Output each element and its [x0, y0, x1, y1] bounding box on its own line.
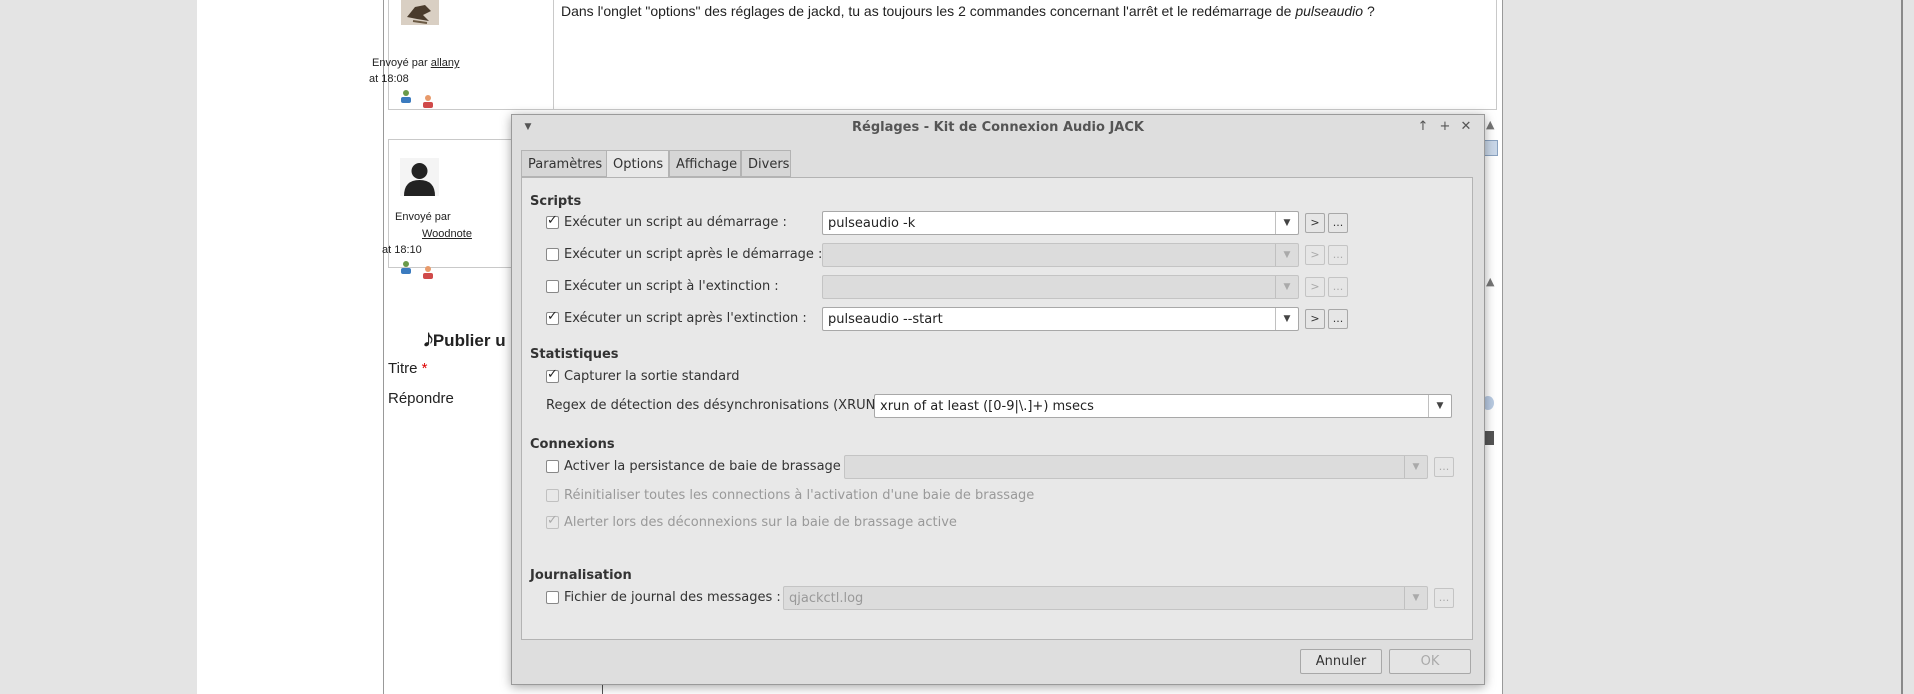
cancel-button[interactable]: Annuler: [1300, 649, 1382, 674]
browse-startup-button[interactable]: ...: [1328, 213, 1348, 233]
post-time: at 18:08: [369, 73, 409, 85]
message-log-checkbox[interactable]: [546, 591, 559, 604]
tab-parametres[interactable]: Paramètres: [521, 150, 607, 177]
run-post-shutdown-button[interactable]: >: [1305, 309, 1325, 329]
disconnection-alert-label: Alerter lors des déconnexions sur la bai…: [564, 515, 957, 530]
author-link[interactable]: Woodnote: [422, 228, 472, 240]
shutdown-script-combo[interactable]: ▼: [822, 275, 1299, 299]
chevron-down-icon[interactable]: ▼: [1275, 212, 1298, 234]
tab-divers[interactable]: Divers: [741, 150, 791, 177]
logging-heading: Journalisation: [530, 568, 632, 583]
capture-stdout-checkbox[interactable]: [546, 367, 559, 383]
post-sender-line: Envoyé par allany: [372, 57, 460, 69]
post-time: at 18:10: [382, 244, 422, 256]
user-profile-icon[interactable]: [399, 259, 413, 274]
maximize-icon[interactable]: +: [1437, 119, 1453, 135]
chevron-down-icon[interactable]: ▼: [1275, 308, 1298, 330]
disconnection-alert-checkbox[interactable]: [546, 513, 559, 529]
page-scrollbar[interactable]: [1901, 0, 1903, 694]
contact-user-icon[interactable]: [421, 93, 435, 108]
options-panel: Scripts Exécuter un script au démarrage …: [521, 177, 1473, 640]
startup-script-checkbox[interactable]: [546, 213, 559, 229]
reset-connections-label: Réinitialiser toutes les connections à l…: [564, 488, 1035, 503]
connections-heading: Connexions: [530, 437, 615, 452]
patchbay-persist-combo[interactable]: ▼: [844, 455, 1428, 479]
note-icon: 𝅘𝅥𝅮: [424, 331, 433, 350]
patchbay-persist-checkbox[interactable]: [546, 460, 559, 473]
post-shutdown-script-combo[interactable]: pulseaudio --start ▼: [822, 307, 1299, 331]
post-startup-script-combo[interactable]: ▼: [822, 243, 1299, 267]
startup-script-label: Exécuter un script au démarrage :: [564, 215, 787, 230]
browse-log-button[interactable]: ...: [1434, 588, 1454, 608]
tab-affichage[interactable]: Affichage: [669, 150, 741, 177]
avatar: [401, 0, 439, 25]
close-icon[interactable]: ✕: [1458, 119, 1474, 135]
keep-above-icon[interactable]: ↑: [1415, 119, 1431, 135]
user-profile-icon[interactable]: [399, 88, 413, 103]
scroll-up-icon[interactable]: ▲: [1486, 118, 1494, 131]
xrun-regex-label: Regex de détection des désynchronisation…: [546, 398, 889, 413]
reset-connections-checkbox[interactable]: [546, 489, 559, 502]
xrun-regex-combo[interactable]: xrun of at least ([0-9|\.]+) msecs ▼: [874, 394, 1452, 418]
post-sender-line: Envoyé par: [395, 211, 451, 223]
post-startup-script-label: Exécuter un script après le démarrage :: [564, 247, 823, 262]
reply-heading: 𝅘𝅥𝅮Publier u: [424, 331, 506, 350]
post-startup-script-checkbox[interactable]: [546, 248, 559, 261]
settings-dialog: ▼ Réglages - Kit de Connexion Audio JACK…: [511, 114, 1485, 685]
capture-stdout-label: Capturer la sortie standard: [564, 369, 740, 384]
dialog-title: Réglages - Kit de Connexion Audio JACK: [852, 120, 1144, 135]
post-shutdown-script-checkbox[interactable]: [546, 309, 559, 325]
run-startup-button[interactable]: >: [1305, 213, 1325, 233]
browse-post-startup-button[interactable]: ...: [1328, 245, 1348, 265]
chevron-down-icon[interactable]: ▼: [1404, 456, 1427, 478]
dialog-titlebar[interactable]: ▼ Réglages - Kit de Connexion Audio JACK…: [512, 115, 1484, 141]
forum-post-1: Dans l'onglet "options" des réglages de …: [388, 0, 1497, 110]
scripts-heading: Scripts: [530, 194, 582, 209]
reply-label: Répondre: [388, 390, 454, 407]
browse-post-shutdown-button[interactable]: ...: [1328, 309, 1348, 329]
shutdown-script-label: Exécuter un script à l'extinction :: [564, 279, 779, 294]
required-mark: *: [421, 360, 428, 377]
run-post-startup-button[interactable]: >: [1305, 245, 1325, 265]
shutdown-script-checkbox[interactable]: [546, 280, 559, 293]
post-shutdown-script-label: Exécuter un script après l'extinction :: [564, 311, 807, 326]
scroll-up-icon[interactable]: ▲: [1486, 275, 1494, 288]
chevron-down-icon[interactable]: ▼: [1275, 244, 1298, 266]
browse-shutdown-button[interactable]: ...: [1328, 277, 1348, 297]
post-text: Dans l'onglet "options" des réglages de …: [561, 3, 1375, 19]
statistics-heading: Statistiques: [530, 347, 619, 362]
title-label: Titre *: [388, 360, 428, 377]
run-shutdown-button[interactable]: >: [1305, 277, 1325, 297]
chevron-down-icon[interactable]: ▼: [1428, 395, 1451, 417]
author-link[interactable]: allany: [431, 57, 460, 69]
message-log-label: Fichier de journal des messages :: [564, 590, 781, 605]
patchbay-persist-label: Activer la persistance de baie de brassa…: [564, 459, 850, 474]
tab-options[interactable]: Options: [606, 150, 669, 179]
message-log-combo[interactable]: qjackctl.log ▼: [783, 586, 1428, 610]
ok-button[interactable]: OK: [1389, 649, 1471, 674]
contact-user-icon[interactable]: [421, 264, 435, 279]
chevron-down-icon[interactable]: ▼: [1275, 276, 1298, 298]
chevron-down-icon[interactable]: ▼: [1404, 587, 1427, 609]
avatar: [400, 158, 439, 196]
startup-script-combo[interactable]: pulseaudio -k ▼: [822, 211, 1299, 235]
browse-patchbay-button[interactable]: ...: [1434, 457, 1454, 477]
